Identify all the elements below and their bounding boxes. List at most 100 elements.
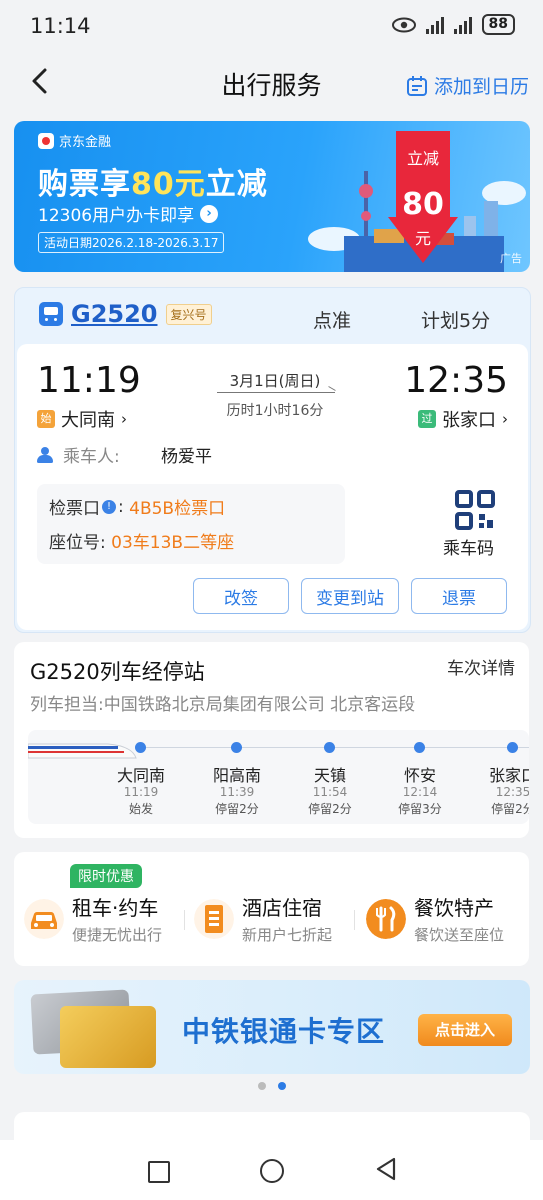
train-header: G2520 复兴号	[39, 300, 212, 328]
home-button[interactable]	[260, 1159, 284, 1183]
passenger-name: 杨爱平	[161, 447, 212, 467]
ad-date: 活动日期2026.2.18-2026.3.17	[38, 232, 225, 253]
stop-status: 停留2分	[491, 802, 529, 816]
divider	[184, 910, 185, 930]
stop-name: 大同南	[116, 766, 165, 785]
arrival-time: 12:35	[404, 360, 508, 401]
train-type-badge: 复兴号	[165, 303, 212, 325]
ad-banner[interactable]: 京东金融 购票享80元立减 12306用户办卡即享 › 活动日期2026.2.1…	[14, 121, 530, 272]
signal-icon-2	[453, 16, 472, 34]
add-to-calendar-button[interactable]: 添加到日历	[406, 72, 529, 99]
seat-info-box: 检票口 ! : 4B5B检票口 座位号: 03车13B二等座	[37, 484, 345, 564]
ad-headline-highlight: 80元	[131, 167, 206, 202]
ticket-card: G2520 复兴号 点准 计划5分 11:19 12:35 3月1日(周日) 历…	[14, 287, 531, 633]
status-icons: 88	[391, 14, 515, 35]
high-speed-train-icon	[28, 743, 137, 759]
add-to-calendar-label: 添加到日历	[433, 76, 529, 98]
services-card: 限时优惠 租车·约车 便捷无忧出行 酒店住宿 新用户七折起 餐饮特产 餐饮送至座…	[14, 852, 529, 966]
info-icon[interactable]: !	[102, 499, 116, 514]
stop-name: 怀安	[403, 766, 436, 785]
dining-subtitle: 餐饮送至座位	[414, 926, 505, 944]
stop-dot	[507, 742, 518, 753]
bank-card-gold-image	[60, 1006, 156, 1068]
hotel-subtitle: 新用户七折起	[242, 926, 333, 944]
divider	[354, 910, 355, 930]
change-destination-button[interactable]: 变更到站	[301, 578, 399, 614]
ad-badge-unit: 元	[414, 229, 431, 248]
train-number-link[interactable]: G2520	[71, 300, 158, 328]
car-rental-service[interactable]: 租车·约车 便捷无忧出行	[24, 892, 162, 945]
signal-icon	[425, 16, 444, 34]
back-triangle-icon[interactable]	[374, 1156, 398, 1182]
departure-station[interactable]: 始 大同南 ›	[37, 406, 127, 432]
ad-discount-badge: 立减 80 元	[388, 131, 458, 263]
ad-tag: 广告	[500, 252, 522, 265]
stop-status: 停留2分	[215, 802, 259, 816]
stop-name: 天镇	[313, 766, 346, 785]
start-tag: 始	[37, 410, 55, 428]
train-detail-link[interactable]: 车次详情	[447, 654, 515, 679]
eye-icon	[391, 17, 416, 32]
hotel-icon	[194, 898, 234, 939]
gate-row: 检票口 ! : 4B5B检票口	[49, 494, 225, 520]
notice-text-a: 点准	[313, 310, 352, 332]
stop-status: 始发	[128, 802, 153, 816]
stop-time: 11:54	[312, 785, 348, 799]
stop-dot	[414, 742, 425, 753]
battery-icon: 88	[481, 14, 515, 35]
train-operator: 列车担当:中国铁路北京局集团有限公司 北京客运段	[30, 695, 416, 715]
back-button[interactable]	[30, 66, 50, 104]
train-icon	[39, 302, 63, 326]
ad-brand-label: 京东金融	[59, 135, 112, 150]
departure-station-name: 大同南	[61, 410, 115, 431]
seat-value: 03车13B二等座	[111, 533, 235, 553]
car-rental-subtitle: 便捷无忧出行	[72, 926, 163, 944]
bank-card-banner[interactable]: 中铁银通卡专区 点击进入	[14, 980, 530, 1074]
stop-name: 张家口	[488, 766, 529, 785]
stop-name: 阳高南	[212, 766, 261, 785]
ad-headline: 购票享80元立减	[38, 159, 268, 203]
stop-time: 12:35	[495, 785, 529, 799]
refund-button[interactable]: 退票	[411, 578, 507, 614]
dining-title: 餐饮特产	[414, 896, 494, 920]
chevron-right-icon: ›	[121, 410, 127, 428]
stop-dot	[231, 742, 242, 753]
ad-headline-pre: 购票享	[38, 167, 131, 202]
car-icon	[24, 898, 64, 939]
stop-dot	[324, 742, 335, 753]
hotel-title: 酒店住宿	[242, 896, 322, 920]
recent-apps-button[interactable]	[148, 1161, 170, 1183]
enter-button[interactable]: 点击进入	[418, 1014, 512, 1046]
arrival-station[interactable]: 过 张家口 ›	[418, 406, 508, 432]
gate-label: 检票口	[49, 499, 100, 519]
stops-title: G2520列车经停站	[30, 660, 205, 684]
departure-time: 11:19	[37, 360, 141, 401]
bank-banner-title: 中铁银通卡专区	[182, 1015, 386, 1048]
passenger-row: 乘车人: 杨爱平	[37, 442, 212, 467]
chevron-right-icon: ›	[200, 204, 219, 223]
stop-status: 停留2分	[308, 802, 352, 816]
change-ticket-button[interactable]: 改签	[193, 578, 289, 614]
ad-subtitle-text: 12306用户办卡即享	[38, 206, 195, 226]
jd-finance-logo-icon	[38, 132, 54, 149]
dining-service[interactable]: 餐饮特产 餐饮送至座位	[366, 892, 504, 945]
stop-status: 停留3分	[398, 802, 442, 816]
calendar-icon	[406, 75, 427, 96]
route-arrow	[217, 392, 335, 393]
hotel-service[interactable]: 酒店住宿 新用户七折起	[194, 892, 332, 945]
qr-code-label[interactable]: 乘车码	[443, 534, 494, 559]
chevron-right-icon: ›	[502, 410, 508, 428]
ad-headline-post: 立减	[205, 167, 268, 202]
system-nav-bar	[0, 1140, 543, 1200]
stops-card: G2520列车经停站 车次详情 列车担当:中国铁路北京局集团有限公司 北京客运段…	[14, 642, 529, 838]
pass-tag: 过	[418, 410, 436, 428]
stop-time: 12:14	[402, 785, 438, 799]
ad-badge-top: 立减	[406, 149, 439, 168]
person-icon	[37, 446, 55, 463]
stop-time: 11:19	[123, 785, 159, 799]
seat-row: 座位号: 03车13B二等座	[49, 528, 234, 553]
seat-label: 座位号:	[49, 533, 106, 553]
status-time: 11:14	[30, 14, 91, 38]
promo-badge: 限时优惠	[70, 864, 142, 888]
qr-code-icon[interactable]	[455, 490, 495, 530]
